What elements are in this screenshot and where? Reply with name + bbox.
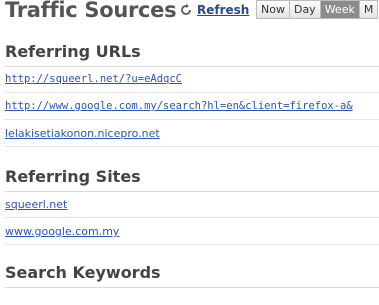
traffic-sources-panel: Traffic Sources Refresh Now Day Week M R…	[0, 0, 379, 305]
referring-sites-heading: Referring Sites	[5, 167, 141, 186]
tab-now[interactable]: Now	[257, 1, 290, 18]
panel-header: Traffic Sources Refresh Now Day Week M	[0, 0, 379, 28]
list-item: http://www.google.com.my/search?hl=en&cl…	[5, 94, 379, 120]
search-keywords-heading: Search Keywords	[5, 263, 161, 282]
list-item: squeerl.net	[5, 192, 379, 218]
referring-site-link[interactable]: www.google.com.my	[5, 225, 119, 238]
list-item: http://squeerl.net/?u=eAdqcC	[5, 67, 379, 93]
list-item: www.google.com.my	[5, 219, 379, 245]
tab-week[interactable]: Week	[320, 1, 360, 18]
page-title: Traffic Sources	[5, 0, 177, 22]
divider	[5, 287, 379, 288]
referring-url-link[interactable]: http://squeerl.net/?u=eAdqcC	[5, 73, 182, 85]
refresh-label: Refresh	[197, 3, 250, 17]
referring-url-link[interactable]: lelakisetiakonon.nicepro.net	[5, 127, 160, 140]
tab-month[interactable]: M	[359, 1, 379, 18]
refresh-button[interactable]: Refresh	[180, 2, 249, 18]
referring-url-link[interactable]: http://www.google.com.my/search?hl=en&cl…	[5, 100, 353, 112]
referring-site-link[interactable]: squeerl.net	[5, 198, 67, 211]
list-item: lelakisetiakonon.nicepro.net	[5, 121, 379, 147]
refresh-icon	[181, 4, 191, 15]
tab-day[interactable]: Day	[289, 1, 321, 18]
time-range-tabs: Now Day Week M	[256, 0, 379, 19]
referring-urls-heading: Referring URLs	[5, 42, 141, 61]
